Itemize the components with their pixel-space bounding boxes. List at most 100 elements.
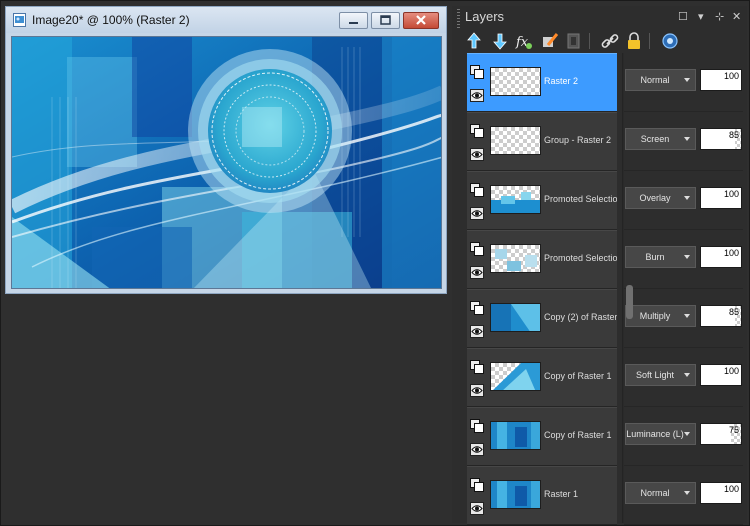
layer-properties: Burn 100 <box>624 230 743 289</box>
layer-type-icon[interactable] <box>470 478 484 492</box>
panel-splitter-handle[interactable] <box>626 285 633 319</box>
layer-info[interactable]: Raster 1 <box>467 466 617 525</box>
mask-icon[interactable] <box>564 31 584 51</box>
opacity-slider[interactable]: 100 <box>700 246 742 268</box>
layer-name: Copy of Raster 1 <box>544 430 612 440</box>
blend-mode-value: Normal <box>640 75 670 85</box>
layer-thumbnail[interactable] <box>490 67 541 96</box>
image-document-window[interactable]: Image20* @ 100% (Raster 2) <box>5 6 447 294</box>
layer-thumbnail[interactable] <box>490 362 541 391</box>
chevron-down-icon <box>684 255 690 259</box>
layer-name: Raster 1 <box>544 489 579 499</box>
eye-icon[interactable] <box>470 207 484 220</box>
layer-type-icon[interactable] <box>470 124 484 138</box>
minimize-icon <box>349 22 358 24</box>
layer-properties: Overlay 100 <box>624 171 743 230</box>
layer-info[interactable]: Promoted Selection <box>467 171 617 230</box>
layer-thumbnail[interactable] <box>490 244 541 273</box>
eye-icon[interactable] <box>470 148 484 161</box>
toolbar-separator <box>589 33 590 49</box>
layer-name: Raster 2 <box>544 76 579 86</box>
blend-mode-value: Screen <box>640 134 670 144</box>
layer-thumbnail[interactable] <box>490 421 541 450</box>
opacity-value: 100 <box>723 189 739 199</box>
blend-mode-dropdown[interactable]: Screen <box>625 128 696 150</box>
move-layer-down-icon[interactable] <box>490 31 510 51</box>
layer-info[interactable]: Raster 2 <box>467 53 617 112</box>
layer-type-icon[interactable] <box>470 242 484 256</box>
layer-properties: Luminance (L) 75 <box>624 407 743 466</box>
blend-mode-dropdown[interactable]: Soft Light <box>625 364 696 386</box>
panel-menu-button[interactable]: ▾ <box>698 10 704 23</box>
layer-type-icon[interactable] <box>470 65 484 79</box>
layer-thumbnail[interactable] <box>490 303 541 332</box>
fx-effects-icon[interactable]: fx <box>514 31 534 51</box>
layer-type-icon[interactable] <box>470 301 484 315</box>
layer-info[interactable]: Copy (2) of Raster 1 <box>467 289 617 348</box>
layer-row[interactable]: Copy of Raster 1 Soft Light 100 <box>467 348 743 407</box>
opacity-slider[interactable]: 100 <box>700 187 742 209</box>
minimize-button[interactable] <box>339 12 368 29</box>
blend-mode-dropdown[interactable]: Burn <box>625 246 696 268</box>
blend-mode-dropdown[interactable]: Normal <box>625 69 696 91</box>
panel-float-button[interactable]: ☐ <box>678 10 688 23</box>
opacity-value: 85 <box>728 307 739 317</box>
layer-type-icon[interactable] <box>470 360 484 374</box>
chevron-down-icon <box>684 491 690 495</box>
layers-toolbar: fx <box>462 29 744 53</box>
opacity-value: 100 <box>723 248 739 258</box>
edit-layer-icon[interactable] <box>540 31 560 51</box>
opacity-slider[interactable]: 100 <box>700 482 742 504</box>
eye-icon[interactable] <box>470 266 484 279</box>
image-window-titlebar[interactable]: Image20* @ 100% (Raster 2) <box>6 7 446 33</box>
move-layer-up-icon[interactable] <box>464 31 484 51</box>
document-icon <box>13 13 26 27</box>
layer-row[interactable]: Copy of Raster 1 Luminance (L) 75 <box>467 407 743 466</box>
eye-icon[interactable] <box>470 384 484 397</box>
opacity-slider[interactable]: 100 <box>700 69 742 91</box>
opacity-slider[interactable]: 85 <box>700 305 742 327</box>
visibility-toggle-icon[interactable] <box>660 31 680 51</box>
layer-type-icon[interactable] <box>470 183 484 197</box>
layer-row[interactable]: Promoted Selection Overlay 100 <box>467 171 743 230</box>
blend-mode-dropdown[interactable]: Multiply <box>625 305 696 327</box>
layer-row[interactable]: Raster 1 Normal 100 <box>467 466 743 525</box>
image-canvas[interactable] <box>11 36 442 289</box>
blend-mode-dropdown[interactable]: Normal <box>625 482 696 504</box>
opacity-slider[interactable]: 100 <box>700 364 742 386</box>
panel-pin-button[interactable]: ⊹ <box>715 10 724 23</box>
layer-info[interactable]: Copy of Raster 1 <box>467 407 617 466</box>
eye-icon[interactable] <box>470 325 484 338</box>
panel-grip-handle[interactable] <box>457 9 460 29</box>
blend-mode-value: Multiply <box>639 311 671 321</box>
layer-row[interactable]: Copy (2) of Raster 1 Multiply 85 <box>467 289 743 348</box>
link-icon[interactable] <box>600 31 620 51</box>
maximize-button[interactable] <box>371 12 400 29</box>
chevron-down-icon <box>684 314 690 318</box>
layer-name: Group - Raster 2 <box>544 135 612 145</box>
close-button[interactable] <box>403 12 439 29</box>
layer-thumbnail[interactable] <box>490 185 541 214</box>
layer-info[interactable]: Promoted Selection <box>467 230 617 289</box>
blend-mode-dropdown[interactable]: Overlay <box>625 187 696 209</box>
artwork-image <box>12 37 441 288</box>
layer-row[interactable]: Group - Raster 2 Screen 85 <box>467 112 743 171</box>
layer-thumbnail[interactable] <box>490 480 541 509</box>
layer-info[interactable]: Copy of Raster 1 <box>467 348 617 407</box>
layer-properties: Normal 100 <box>624 466 743 525</box>
eye-icon[interactable] <box>470 89 484 102</box>
layer-properties: Multiply 85 <box>624 289 743 348</box>
panel-close-button[interactable]: ✕ <box>732 10 741 23</box>
opacity-slider[interactable]: 75 <box>700 423 742 445</box>
opacity-slider[interactable]: 85 <box>700 128 742 150</box>
blend-mode-value: Overlay <box>639 193 671 203</box>
layer-row[interactable]: Raster 2 Normal 100 <box>467 53 743 112</box>
eye-icon[interactable] <box>470 502 484 515</box>
layer-row[interactable]: Promoted Selection Burn 100 <box>467 230 743 289</box>
lock-icon[interactable] <box>624 31 644 51</box>
layer-type-icon[interactable] <box>470 419 484 433</box>
eye-icon[interactable] <box>470 443 484 456</box>
layer-info[interactable]: Group - Raster 2 <box>467 112 617 171</box>
layer-thumbnail[interactable] <box>490 126 541 155</box>
blend-mode-dropdown[interactable]: Luminance (L) <box>625 423 696 445</box>
